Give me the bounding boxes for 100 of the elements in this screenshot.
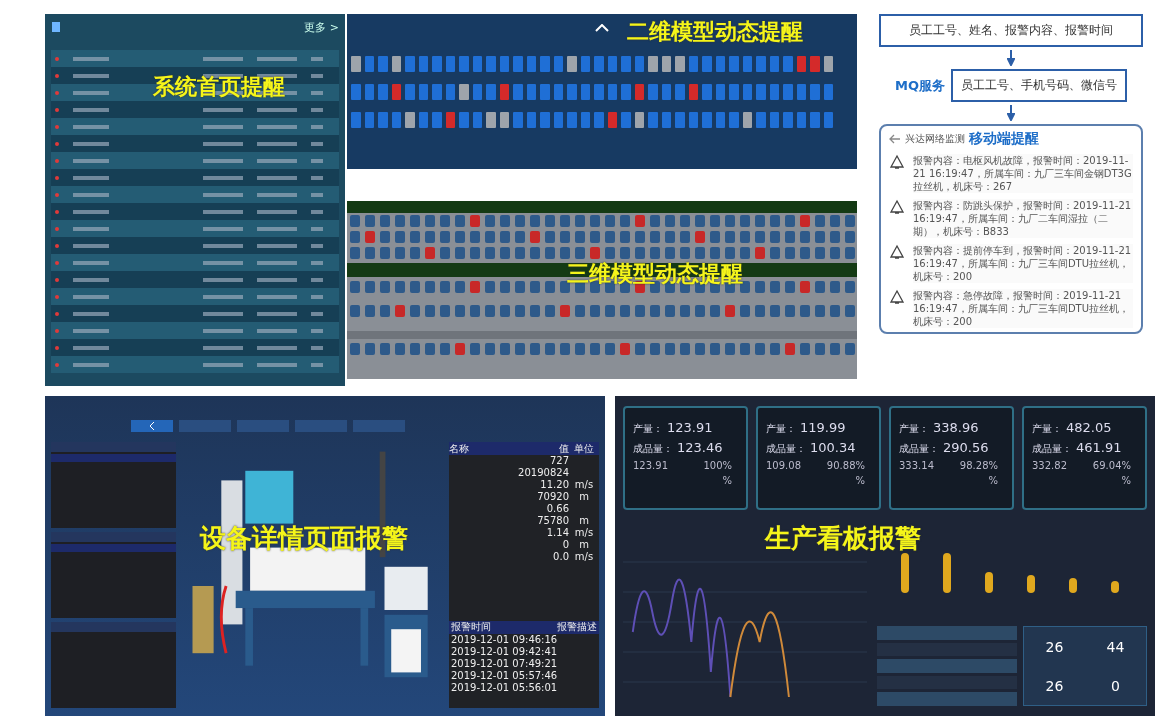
machine-tile[interactable]: [715, 56, 725, 72]
machine-tile[interactable]: [823, 84, 833, 100]
machine-tile[interactable]: [445, 84, 455, 100]
alert-message[interactable]: 报警内容：电枢风机故障，报警时间：2019-11-21 16:19:47，所属车间：九厂三车间金钢DT3G拉丝机，机床号：267: [913, 154, 1133, 193]
machine-tile[interactable]: [702, 56, 712, 72]
machine-tile[interactable]: [364, 56, 374, 72]
machine-tile[interactable]: [553, 84, 563, 100]
machine-tile[interactable]: [472, 56, 482, 72]
machine-tile[interactable]: [499, 112, 509, 128]
machine-tile[interactable]: [351, 112, 361, 128]
machine-tile[interactable]: [634, 84, 644, 100]
machine-tile[interactable]: [742, 112, 752, 128]
machine-tile[interactable]: [594, 112, 604, 128]
machine-tile[interactable]: [445, 56, 455, 72]
machine-tile[interactable]: [364, 84, 374, 100]
machine-tile[interactable]: [418, 112, 428, 128]
machine-tile[interactable]: [621, 112, 631, 128]
machine-tile[interactable]: [432, 84, 442, 100]
machine-tile[interactable]: [675, 84, 685, 100]
machine-tile[interactable]: [594, 84, 604, 100]
machine-tile[interactable]: [526, 112, 536, 128]
machine-tile[interactable]: [810, 84, 820, 100]
machine-tile[interactable]: [661, 84, 671, 100]
machine-tile[interactable]: [499, 84, 509, 100]
machine-tile[interactable]: [405, 56, 415, 72]
machine-tile[interactable]: [580, 84, 590, 100]
machine-tile[interactable]: [526, 84, 536, 100]
machine-tile[interactable]: [594, 56, 604, 72]
machine-tile[interactable]: [769, 112, 779, 128]
machine-tile[interactable]: [783, 56, 793, 72]
machine-tile[interactable]: [769, 56, 779, 72]
machine-tile[interactable]: [351, 84, 361, 100]
back-arrow-icon[interactable]: [889, 134, 901, 144]
machine-tile[interactable]: [472, 84, 482, 100]
machine-tile[interactable]: [459, 84, 469, 100]
machine-tile[interactable]: [459, 56, 469, 72]
machine-tile[interactable]: [769, 84, 779, 100]
chevron-up-icon[interactable]: [595, 24, 609, 32]
machine-tile[interactable]: [823, 112, 833, 128]
machine-tile[interactable]: [810, 112, 820, 128]
machine-tile[interactable]: [675, 56, 685, 72]
machine-tile[interactable]: [580, 112, 590, 128]
machine-tile[interactable]: [472, 112, 482, 128]
machine-tile[interactable]: [756, 112, 766, 128]
machine-tile[interactable]: [378, 112, 388, 128]
alert-message[interactable]: 报警内容：急停故障，报警时间：2019-11-21 16:19:47，所属车间：九厂三车间DTU拉丝机，机床号：200: [913, 289, 1133, 328]
machine-tile[interactable]: [661, 56, 671, 72]
machine-tile[interactable]: [783, 112, 793, 128]
machine-tile[interactable]: [513, 56, 523, 72]
machine-tile[interactable]: [607, 84, 617, 100]
machine-tile[interactable]: [634, 112, 644, 128]
alert-message[interactable]: 报警内容：提前停车到，报警时间：2019-11-21 16:19:47，所属车间：九厂三车间DTU拉丝机，机床号：200: [913, 244, 1133, 283]
machine-tile[interactable]: [459, 112, 469, 128]
machine-tile[interactable]: [540, 84, 550, 100]
machine-tile[interactable]: [783, 84, 793, 100]
machine-tile[interactable]: [567, 84, 577, 100]
machine-tile[interactable]: [607, 56, 617, 72]
machine-tile[interactable]: [688, 56, 698, 72]
machine-tile[interactable]: [634, 56, 644, 72]
machine-tile[interactable]: [567, 56, 577, 72]
machine-tile[interactable]: [688, 112, 698, 128]
machine-tile[interactable]: [486, 56, 496, 72]
machine-tile[interactable]: [742, 84, 752, 100]
filter-field[interactable]: [295, 420, 347, 432]
machine-tile[interactable]: [553, 56, 563, 72]
machine-tile[interactable]: [391, 84, 401, 100]
machine-tile[interactable]: [391, 112, 401, 128]
machine-tile[interactable]: [729, 56, 739, 72]
machine-tile[interactable]: [756, 84, 766, 100]
machine-tile[interactable]: [378, 56, 388, 72]
machine-tile[interactable]: [688, 84, 698, 100]
machine-tile[interactable]: [432, 56, 442, 72]
machine-tile[interactable]: [796, 84, 806, 100]
machine-tile[interactable]: [675, 112, 685, 128]
machine-tile[interactable]: [405, 112, 415, 128]
machine-tile[interactable]: [648, 112, 658, 128]
machine-tile[interactable]: [513, 84, 523, 100]
machine-tile[interactable]: [621, 56, 631, 72]
machine-tile[interactable]: [351, 56, 361, 72]
filter-field[interactable]: [179, 420, 231, 432]
machine-tile[interactable]: [742, 56, 752, 72]
machine-tile[interactable]: [580, 56, 590, 72]
machine-tile[interactable]: [715, 84, 725, 100]
machine-tile[interactable]: [432, 112, 442, 128]
machine-tile[interactable]: [796, 56, 806, 72]
machine-tile[interactable]: [607, 112, 617, 128]
machine-tile[interactable]: [540, 112, 550, 128]
machine-tile[interactable]: [702, 112, 712, 128]
more-link[interactable]: 更多 >: [304, 19, 339, 35]
machine-tile[interactable]: [729, 84, 739, 100]
machine-tile[interactable]: [513, 112, 523, 128]
machine-tile[interactable]: [418, 84, 428, 100]
alert-message[interactable]: 报警内容：防跳头保护，报警时间：2019-11-21 16:19:47，所属车间：九厂二车间湿拉（二期），机床号：B833: [913, 199, 1133, 238]
machine-tile[interactable]: [796, 112, 806, 128]
machine-tile[interactable]: [378, 84, 388, 100]
machine-tile[interactable]: [486, 84, 496, 100]
machine-tile[interactable]: [445, 112, 455, 128]
machine-tile[interactable]: [702, 84, 712, 100]
back-button[interactable]: [131, 420, 173, 432]
machine-tile[interactable]: [648, 84, 658, 100]
